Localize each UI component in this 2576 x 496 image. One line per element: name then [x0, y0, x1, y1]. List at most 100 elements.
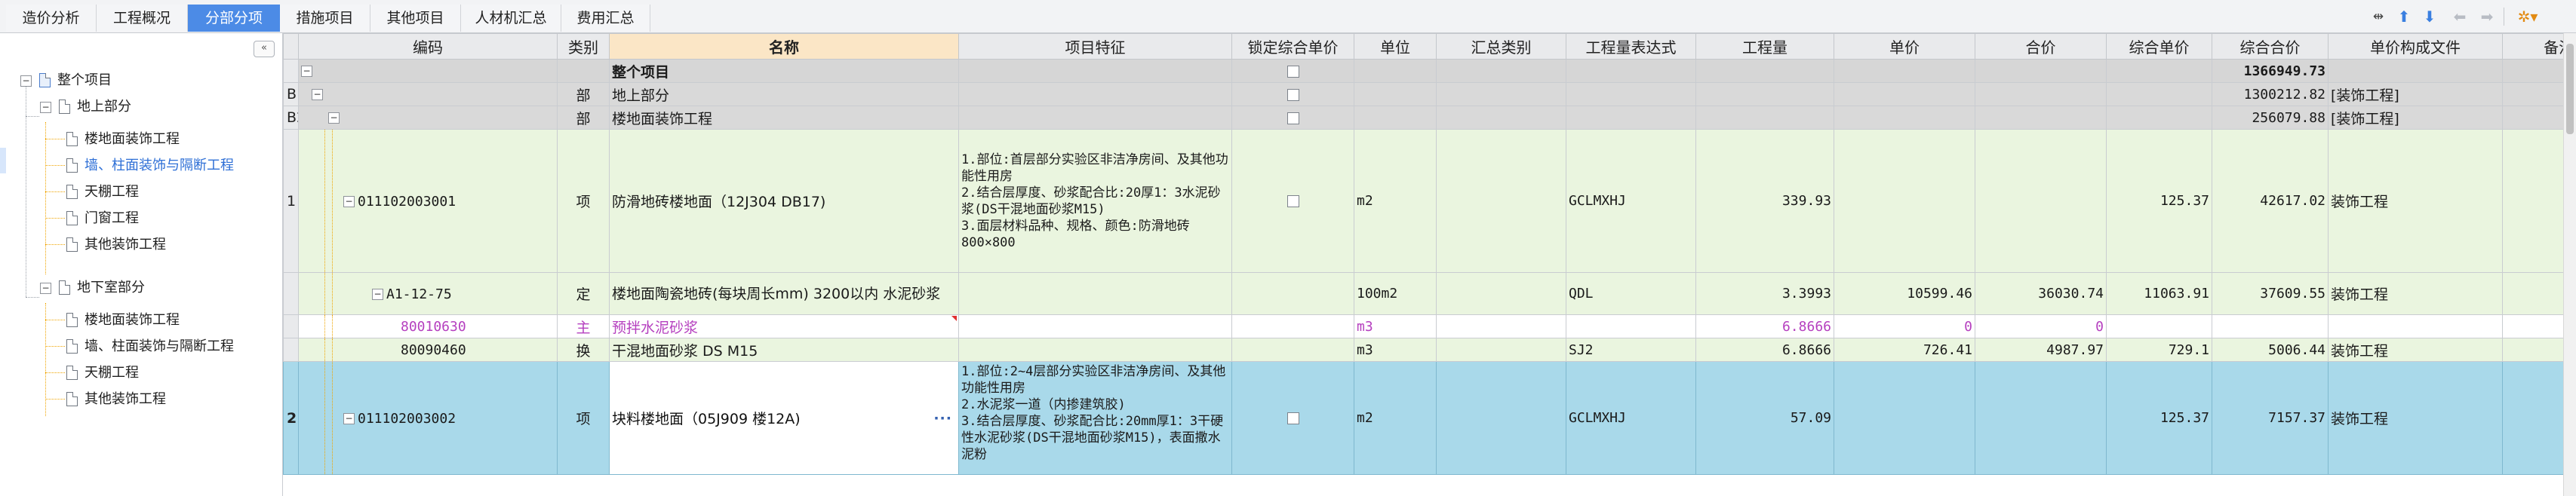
- col-header-composite-total[interactable]: 综合合价: [2212, 33, 2329, 60]
- tree-node-root[interactable]: − 整个项目: [0, 69, 249, 92]
- row-type[interactable]: 项: [557, 361, 610, 475]
- row-unit-price[interactable]: 0: [1834, 314, 1975, 338]
- row-summary-category[interactable]: [1436, 59, 1566, 83]
- tree-node-basement-wall-works[interactable]: 墙、柱面装饰与隔断工程: [0, 335, 279, 358]
- row-composite-total[interactable]: 1300212.82: [2212, 82, 2329, 106]
- tree-node-other-decoration[interactable]: 其他装饰工程: [0, 234, 279, 256]
- col-header-amount[interactable]: 合价: [1975, 33, 2107, 60]
- tree-node-basement-other-decoration[interactable]: 其他装饰工程: [0, 388, 279, 411]
- row-code-cell[interactable]: 80010630: [298, 314, 558, 338]
- row-composite-unit-price[interactable]: [2106, 314, 2212, 338]
- row-lock-cell[interactable]: [1231, 82, 1354, 106]
- row-type[interactable]: 项: [557, 129, 610, 273]
- row-quantity[interactable]: [1695, 106, 1834, 130]
- row-price-file[interactable]: 装饰工程: [2328, 338, 2503, 362]
- row-amount[interactable]: [1975, 59, 2107, 83]
- tree-node-basement[interactable]: − 地下室部分: [0, 277, 249, 299]
- col-header-name[interactable]: 名称: [609, 33, 959, 60]
- row-composite-total[interactable]: 5006.44: [2212, 338, 2329, 362]
- row-composite-unit-price[interactable]: 729.1: [2106, 338, 2212, 362]
- collapse-toggle-icon[interactable]: −: [20, 75, 32, 87]
- row-name[interactable]: 防滑地砖楼地面（12J304 DB17): [609, 129, 959, 273]
- row-summary-category[interactable]: [1436, 106, 1566, 130]
- row-composite-unit-price[interactable]: [2106, 82, 2212, 106]
- col-header-quantity[interactable]: 工程量: [1695, 33, 1834, 60]
- row-lock-cell[interactable]: [1231, 129, 1354, 273]
- collapse-toggle-icon[interactable]: −: [343, 195, 355, 207]
- col-header-seq[interactable]: [283, 33, 299, 60]
- arrow-left-icon[interactable]: ⬅: [2449, 6, 2470, 27]
- row-composite-total[interactable]: 1366949.73: [2212, 59, 2329, 83]
- row-feature[interactable]: [958, 59, 1232, 83]
- row-composite-unit-price[interactable]: [2106, 106, 2212, 130]
- row-lock-cell[interactable]: [1231, 106, 1354, 130]
- row-amount[interactable]: [1975, 106, 2107, 130]
- lock-price-checkbox[interactable]: [1286, 112, 1299, 124]
- row-lock-cell[interactable]: [1231, 59, 1354, 83]
- row-code-cell[interactable]: −011102003001: [298, 129, 558, 273]
- row-amount[interactable]: [1975, 82, 2107, 106]
- row-unit-price[interactable]: 10599.46: [1834, 272, 1975, 315]
- row-quantity[interactable]: 57.09: [1695, 361, 1834, 475]
- more-options-icon[interactable]: ···: [933, 410, 952, 427]
- col-header-composite-unit-price[interactable]: 综合单价: [2106, 33, 2212, 60]
- row-name[interactable]: 块料楼地面（05J909 楼12A) ···: [609, 361, 959, 475]
- arrow-right-icon[interactable]: ➡: [2476, 6, 2498, 27]
- row-expression[interactable]: [1566, 314, 1696, 338]
- tree-node-door-window-works[interactable]: 门窗工程: [0, 207, 279, 230]
- row-code-cell[interactable]: −: [298, 82, 558, 106]
- collapse-toggle-icon[interactable]: −: [40, 283, 51, 294]
- row-feature[interactable]: [958, 314, 1232, 338]
- col-header-lock-price[interactable]: 锁定综合单价: [1231, 33, 1354, 60]
- collapse-toggle-icon[interactable]: −: [328, 112, 340, 124]
- row-type[interactable]: 定: [557, 272, 610, 315]
- row-unit-price[interactable]: [1834, 59, 1975, 83]
- row-unit[interactable]: m2: [1354, 361, 1437, 475]
- row-quantity[interactable]: [1695, 59, 1834, 83]
- lock-price-checkbox[interactable]: [1286, 88, 1299, 101]
- row-unit[interactable]: m3: [1354, 338, 1437, 362]
- row-unit[interactable]: [1354, 82, 1437, 106]
- row-unit-price[interactable]: [1834, 129, 1975, 273]
- row-expression[interactable]: GCLMXHJ: [1566, 129, 1696, 273]
- table-row-bill-item-selected[interactable]: 2 −011102003002 项 块料楼地面（05J909 楼12A) ··· …: [283, 361, 2563, 475]
- settings-dropdown-icon[interactable]: ✲▾: [2513, 6, 2543, 27]
- row-summary-category[interactable]: [1436, 272, 1566, 315]
- row-summary-category[interactable]: [1436, 314, 1566, 338]
- row-type[interactable]: 部: [557, 106, 610, 130]
- col-header-feature[interactable]: 项目特征: [958, 33, 1232, 60]
- row-remark[interactable]: [2502, 314, 2563, 338]
- tab-divisional-items[interactable]: 分部分项: [188, 5, 280, 32]
- row-remark[interactable]: [2502, 272, 2563, 315]
- row-unit-price[interactable]: [1834, 82, 1975, 106]
- row-summary-category[interactable]: [1436, 82, 1566, 106]
- col-header-remark[interactable]: 备注1: [2502, 33, 2563, 60]
- row-code-cell[interactable]: 80090460: [298, 338, 558, 362]
- table-row-bill-item[interactable]: 1 −011102003001 项 防滑地砖楼地面（12J304 DB17) 1…: [283, 129, 2563, 273]
- tab-project-overview[interactable]: 工程概况: [97, 5, 188, 32]
- col-header-quantity-expression[interactable]: 工程量表达式: [1566, 33, 1696, 60]
- row-price-file[interactable]: 装饰工程: [2328, 361, 2503, 475]
- row-composite-unit-price[interactable]: 125.37: [2106, 129, 2212, 273]
- arrow-up-icon[interactable]: ⬆: [2393, 6, 2415, 27]
- col-header-price-file[interactable]: 单价构成文件: [2328, 33, 2503, 60]
- row-type[interactable]: [557, 59, 610, 83]
- row-feature[interactable]: 1.部位:首层部分实验区非洁净房间、及其他功能性用房 2.结合层厚度、砂浆配合比…: [958, 129, 1232, 273]
- table-row-main-material[interactable]: 80010630 主 预拌水泥砂浆 m3 6.8666 0 0: [283, 314, 2563, 338]
- row-composite-total[interactable]: 42617.02: [2212, 129, 2329, 273]
- row-lock-cell[interactable]: [1231, 338, 1354, 362]
- collapse-toggle-icon[interactable]: −: [301, 66, 312, 77]
- row-price-file[interactable]: [2328, 314, 2503, 338]
- row-name[interactable]: 预拌水泥砂浆: [609, 314, 959, 338]
- row-feature[interactable]: 1.部位:2~4层部分实验区非洁净房间、及其他功能性用房 2.水泥浆一道（内掺建…: [958, 361, 1232, 475]
- row-amount[interactable]: 4987.97: [1975, 338, 2107, 362]
- row-lock-cell[interactable]: [1231, 272, 1354, 315]
- row-amount[interactable]: [1975, 129, 2107, 273]
- row-price-file[interactable]: [2328, 59, 2503, 83]
- collapse-toggle-icon[interactable]: −: [372, 288, 383, 300]
- row-feature[interactable]: [958, 82, 1232, 106]
- col-header-code[interactable]: 编码: [298, 33, 558, 60]
- row-remark[interactable]: [2502, 361, 2563, 475]
- scrollbar-thumb[interactable]: [2566, 44, 2574, 134]
- tab-cost-analysis[interactable]: 造价分析: [6, 5, 97, 32]
